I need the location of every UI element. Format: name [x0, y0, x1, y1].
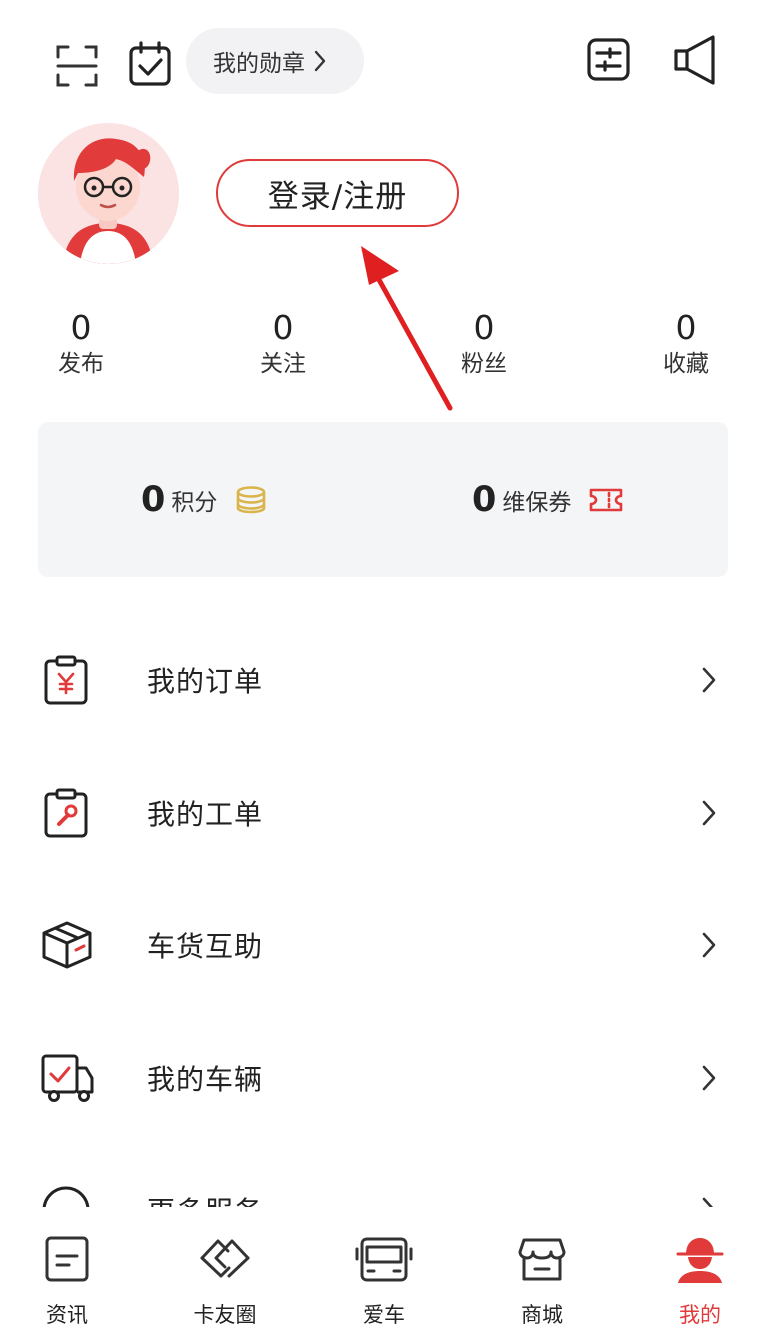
chevron-right-icon	[700, 799, 718, 827]
stat-label: 粉丝	[461, 351, 507, 377]
nav-tab-news[interactable]: 资讯	[7, 1207, 127, 1335]
stat-favorites[interactable]: 0 收藏	[626, 308, 746, 380]
nav-tab-truckers-circle[interactable]: 卡友圈	[165, 1207, 285, 1335]
nav-tab-my-car[interactable]: 爱车	[324, 1207, 444, 1335]
coin-stack-icon	[235, 485, 267, 514]
chevron-right-icon	[700, 666, 718, 694]
menu-label: 我的工单	[147, 798, 264, 831]
medal-button[interactable]: 我的勋章	[186, 28, 364, 94]
menu-item-vehicles[interactable]: 我的车辆	[0, 1012, 769, 1144]
bus-icon	[355, 1235, 413, 1285]
handshake-icon	[198, 1235, 252, 1281]
nav-tab-mine[interactable]: 我的	[640, 1207, 760, 1335]
wallet-card: 0 积分 0 维保券	[38, 422, 728, 577]
login-register-button[interactable]: 登录/注册	[216, 159, 459, 227]
chevron-right-icon	[700, 931, 718, 959]
speaker-icon[interactable]	[673, 34, 719, 86]
menu-item-work-orders[interactable]: 我的工单	[0, 747, 769, 879]
menu-item-orders[interactable]: 我的订单	[0, 614, 769, 746]
nav-label: 商城	[521, 1303, 563, 1327]
stat-label: 关注	[260, 351, 306, 377]
stat-posts[interactable]: 0 发布	[21, 308, 141, 380]
truck-icon	[40, 1052, 96, 1104]
nav-label: 爱车	[363, 1303, 405, 1327]
store-icon	[517, 1235, 567, 1283]
ticket-icon	[589, 487, 623, 513]
login-register-label: 登录/注册	[267, 178, 408, 215]
coupon-entry[interactable]: 0 维保券	[472, 422, 623, 577]
menu-label: 车货互助	[147, 930, 264, 963]
cargo-box-icon	[40, 919, 94, 971]
stat-following[interactable]: 0 关注	[223, 308, 343, 380]
stat-value: 0	[473, 308, 495, 347]
news-icon	[44, 1235, 90, 1283]
scan-icon[interactable]	[55, 44, 99, 88]
stat-value: 0	[272, 308, 294, 347]
points-entry[interactable]: 0 积分	[141, 422, 267, 577]
chevron-right-icon	[700, 1064, 718, 1092]
nav-label: 我的	[679, 1303, 721, 1327]
sliders-icon[interactable]	[586, 37, 631, 82]
stat-fans[interactable]: 0 粉丝	[424, 308, 544, 380]
stat-value: 0	[70, 308, 92, 347]
menu-item-cargo-help[interactable]: 车货互助	[0, 879, 769, 1011]
chevron-right-icon	[313, 50, 327, 72]
stat-label: 收藏	[663, 351, 709, 377]
coupon-value: 0	[472, 479, 497, 520]
driver-icon	[674, 1235, 726, 1285]
calendar-check-icon[interactable]	[128, 41, 172, 87]
menu-label: 我的车辆	[147, 1063, 264, 1096]
nav-label: 资讯	[46, 1303, 88, 1327]
work-order-icon	[40, 787, 92, 839]
stat-value: 0	[675, 308, 697, 347]
stat-label: 发布	[58, 351, 104, 377]
menu-label: 我的订单	[147, 665, 264, 698]
nav-label: 卡友圈	[193, 1303, 257, 1327]
nav-tab-mall[interactable]: 商城	[482, 1207, 602, 1335]
medal-label: 我的勋章	[213, 51, 305, 77]
bottom-nav: 资讯 卡友圈 爱车 商城 我的	[0, 1207, 769, 1335]
order-clipboard-icon	[40, 654, 92, 706]
points-label: 积分	[171, 489, 218, 516]
avatar[interactable]	[38, 123, 179, 264]
coupon-label: 维保券	[502, 489, 572, 516]
points-value: 0	[141, 479, 166, 520]
